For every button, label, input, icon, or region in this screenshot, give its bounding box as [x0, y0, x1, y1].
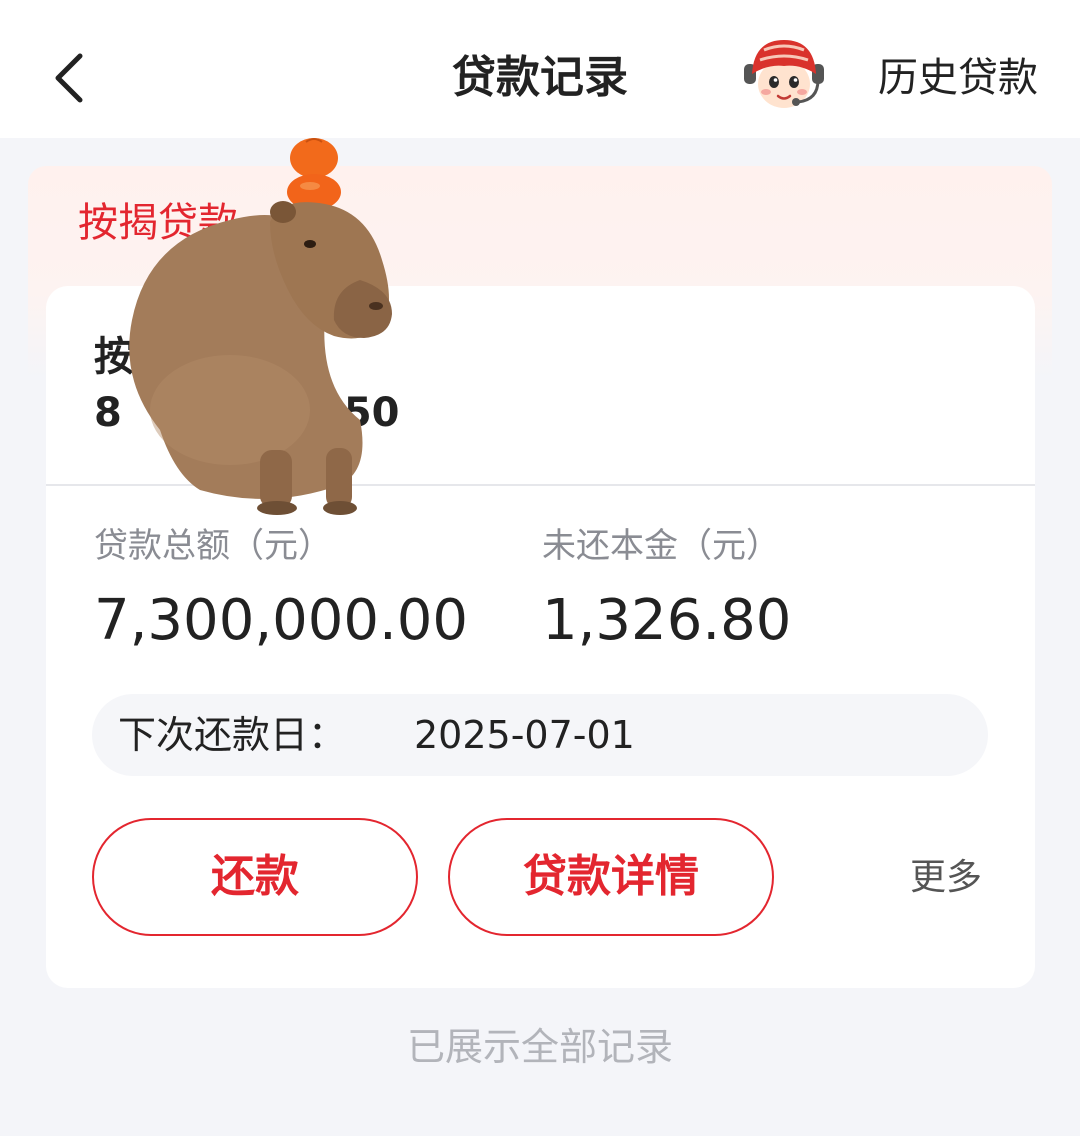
more-link[interactable]: 更多 — [910, 854, 982, 902]
outstanding-principal-value: 1,326.80 — [542, 588, 792, 653]
next-due-date-label: 下次还款日： — [118, 713, 347, 757]
total-amount-value: 7,300,000.00 — [94, 588, 469, 653]
mascot-avatar-icon[interactable] — [738, 34, 830, 112]
next-due-date-value: 2025-07-01 — [414, 713, 635, 757]
back-button[interactable] — [40, 42, 104, 112]
capybara-sticker-icon — [120, 130, 410, 520]
outstanding-principal-label: 未还本金（元） — [542, 526, 780, 566]
total-amount-label: 贷款总额（元） — [94, 526, 332, 566]
account-number-head: 8 — [94, 390, 122, 436]
all-records-shown-note: 已展示全部记录 — [406, 1025, 673, 1069]
next-due-date-pill: 下次还款日： 2025-07-01 — [92, 694, 988, 776]
top-nav-bar: 贷款记录 历史贷款 — [0, 0, 1080, 138]
loan-details-button[interactable]: 贷款详情 — [448, 818, 774, 936]
history-loans-link[interactable]: 历史贷款 — [878, 50, 1038, 106]
chevron-left-icon — [55, 53, 83, 103]
repay-button[interactable]: 还款 — [92, 818, 418, 936]
